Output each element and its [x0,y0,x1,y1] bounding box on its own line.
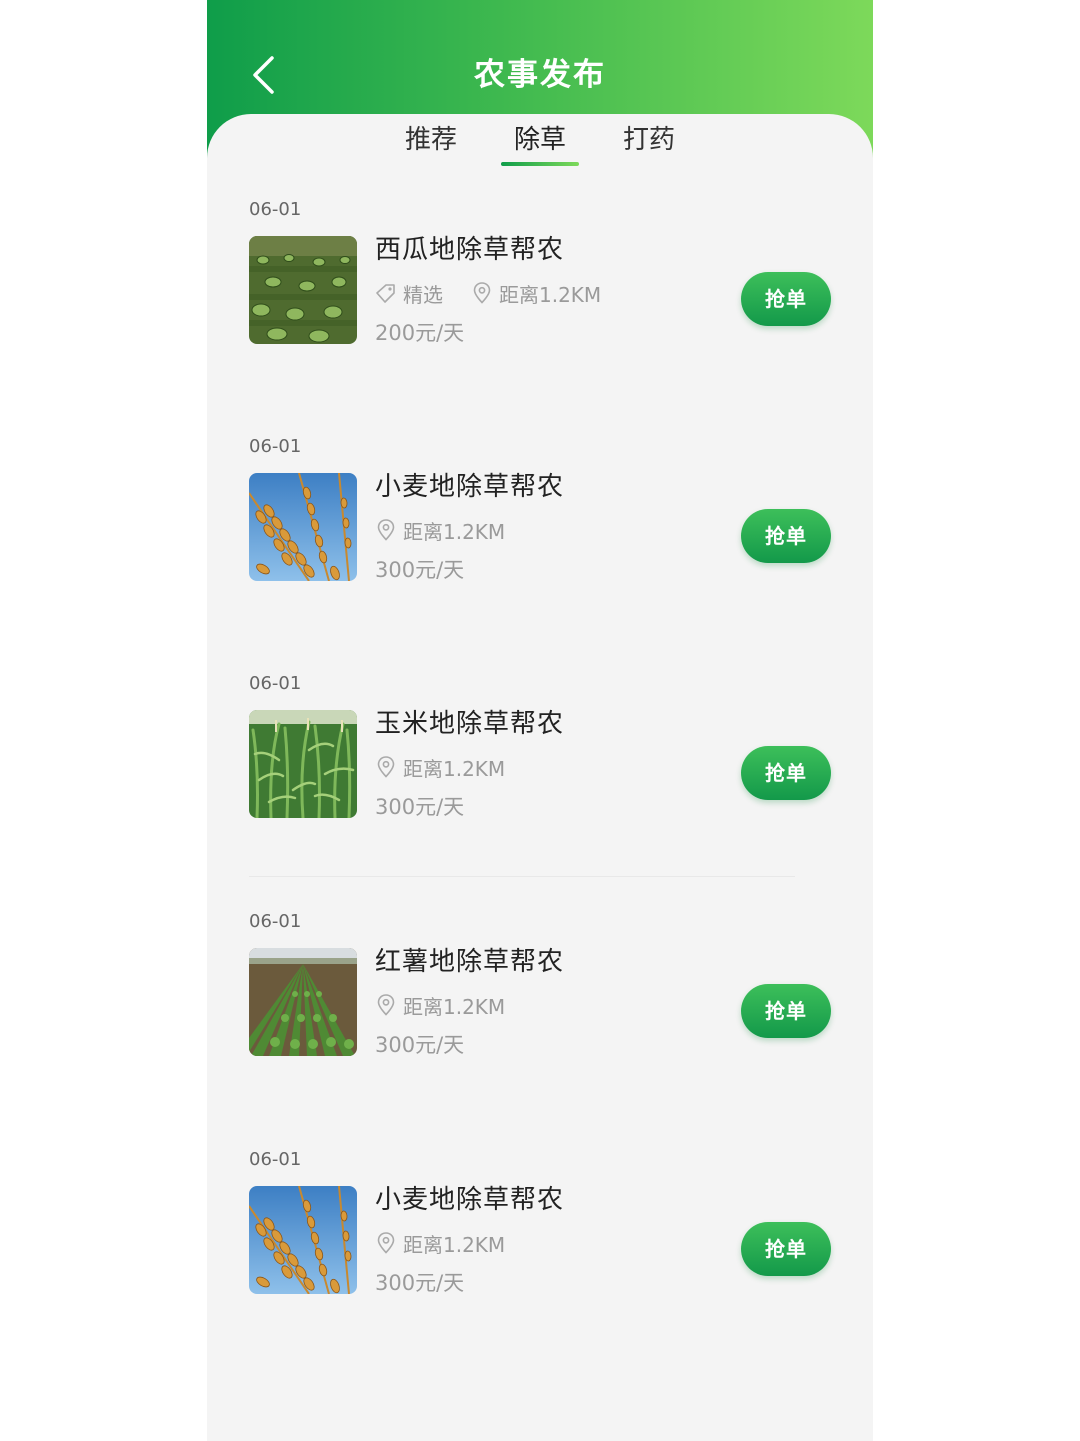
list-item[interactable]: 06-01 小麦地除草帮农 距离1.2KM 300元/天 抢单 [207,1148,873,1348]
tab-bar: 推荐 除草 打药 [207,120,873,176]
item-date: 06-01 [249,673,302,694]
grab-order-button[interactable]: 抢单 [741,1222,831,1276]
item-meta: 距离1.2KM [375,1228,505,1258]
location-pin-icon [375,1232,397,1254]
item-date: 06-01 [249,1149,302,1170]
grab-order-button[interactable]: 抢单 [741,746,831,800]
item-distance: 距离1.2KM [403,756,506,781]
item-date: 06-01 [249,911,302,932]
corn-field-image [249,710,357,818]
item-meta: 距离1.2KM [375,990,505,1020]
item-distance: 距离1.2KM [403,1232,506,1257]
tab-weeding-label: 除草 [513,125,566,155]
wheat-image [249,473,357,581]
item-price: 300元/天 [375,1271,465,1295]
sweet-potato-field-image [249,948,357,1056]
grab-order-button[interactable]: 抢单 [741,984,831,1038]
item-distance: 距离1.2KM [499,282,602,307]
list-divider [249,876,795,877]
item-title: 小麦地除草帮农 [375,1185,565,1215]
location-pin-icon [471,282,493,304]
item-meta: 距离1.2KM [375,752,505,782]
item-distance: 距离1.2KM [403,994,506,1019]
list-item[interactable]: 06-01 西瓜地除草帮农 精选 距离1.2KM 200元/天 抢单 [207,198,873,398]
item-title: 玉米地除草帮农 [375,709,565,739]
tab-spraying[interactable]: 打药 [604,120,694,160]
item-title: 红薯地除草帮农 [375,947,565,977]
list-item[interactable]: 06-01 小麦地除草帮农 距离1.2KM 300元/天 抢单 [207,435,873,635]
item-meta: 精选 距离1.2KM [375,278,601,308]
item-meta: 距离1.2KM [375,515,505,545]
item-price: 300元/天 [375,795,465,819]
tab-recommend[interactable]: 推荐 [386,120,476,160]
phone-screen: 农事发布 推荐 除草 打药 06-01 西瓜地除草帮农 精选 距离1.2KM 2… [207,0,873,1441]
item-distance: 距离1.2KM [403,519,506,544]
location-pin-icon [375,994,397,1016]
list-item[interactable]: 06-01 玉米地除草帮农 距离1.2KM 300元/天 抢单 [207,672,873,872]
item-date: 06-01 [249,199,302,220]
active-tab-indicator [501,162,579,166]
grab-order-button[interactable]: 抢单 [741,509,831,563]
list-item[interactable]: 06-01 红薯地除草帮农 距离1.2KM 300元/天 抢单 [207,910,873,1110]
item-price: 300元/天 [375,558,465,582]
location-pin-icon [375,756,397,778]
item-title: 西瓜地除草帮农 [375,235,565,265]
wheat-image [249,1186,357,1294]
item-price: 200元/天 [375,321,465,345]
grab-order-button[interactable]: 抢单 [741,272,831,326]
location-pin-icon [375,519,397,541]
item-date: 06-01 [249,436,302,457]
page-title: 农事发布 [474,57,606,93]
watermelon-field-image [249,236,357,344]
featured-tag: 精选 [403,282,443,307]
tab-weeding[interactable]: 除草 [495,120,585,166]
item-price: 300元/天 [375,1033,465,1057]
tag-icon [375,282,397,304]
item-title: 小麦地除草帮农 [375,472,565,502]
